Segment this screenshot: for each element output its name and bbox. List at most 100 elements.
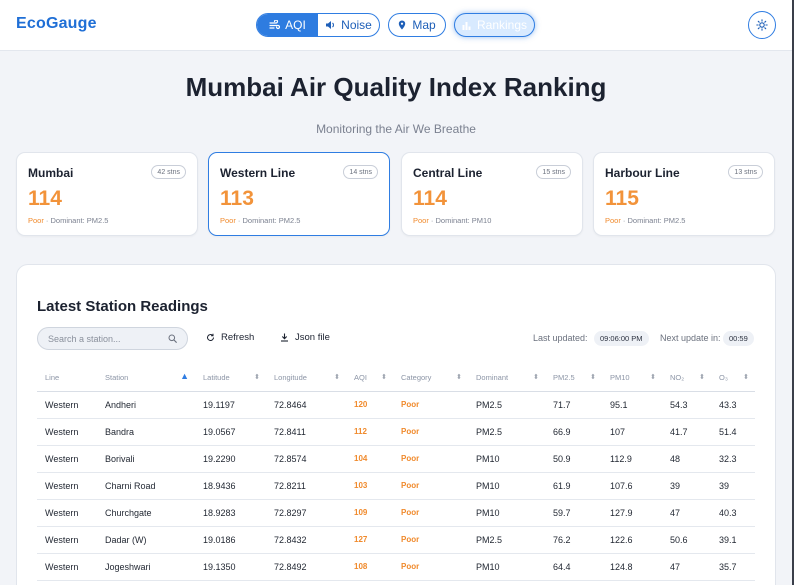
cell-no2: 48 xyxy=(662,445,711,473)
search-input[interactable] xyxy=(48,333,158,344)
aqi-tab[interactable]: AQI xyxy=(257,14,318,36)
column-header[interactable]: PM2.5 ⬍ xyxy=(545,365,602,392)
sort-icon: ⬍ xyxy=(381,374,387,381)
cell-pm25: 59.7 xyxy=(545,499,602,527)
column-header[interactable]: Line xyxy=(37,365,97,392)
table-row[interactable]: Western Dadar (W) 19.0186 72.8432 127 Poor PM2… xyxy=(37,526,755,554)
column-header[interactable]: O₃ ⬍ xyxy=(711,365,755,392)
json-download-button[interactable]: Json file xyxy=(280,332,330,343)
cell-o3: 39 xyxy=(711,472,755,500)
refresh-button[interactable]: Refresh xyxy=(206,332,254,343)
table-row[interactable]: Western Churchgate 18.9283 72.8297 109 Poor PM… xyxy=(37,499,755,527)
cell-longitude: 72.8297 xyxy=(266,499,346,527)
summary-card-harbour-line[interactable]: Harbour Line 13 stns 115 Poor · Dominant… xyxy=(593,152,775,236)
refresh-label: Refresh xyxy=(221,332,255,343)
cell-pm10: 107.6 xyxy=(602,472,662,500)
cell-station: Churchgate xyxy=(97,499,195,527)
column-header[interactable]: AQI ⬍ xyxy=(346,365,393,392)
cell-dominant: PM10 xyxy=(468,472,545,500)
sort-icon: ⬍ xyxy=(456,374,462,381)
column-label: Longitude xyxy=(274,373,307,383)
cell-longitude: 72.8464 xyxy=(266,391,346,419)
readings-title: Latest Station Readings xyxy=(37,298,208,315)
cell-dominant: PM10 xyxy=(468,445,545,473)
cell-line: Western xyxy=(37,526,97,554)
card-name: Western Line xyxy=(220,166,296,180)
cell-longitude: 72.8211 xyxy=(266,472,346,500)
cell-o3: 51.4 xyxy=(711,418,755,446)
sun-icon xyxy=(756,19,768,31)
cell-line: Western xyxy=(37,499,97,527)
station-count-badge: 14 stns xyxy=(343,165,378,179)
table-row[interactable]: Western Borivali 19.2290 72.8574 104 Poor PM10… xyxy=(37,445,755,473)
cell-station: Jogeshwari xyxy=(97,553,195,581)
cell-pm10: 95.1 xyxy=(602,391,662,419)
sort-icon: ⬍ xyxy=(334,374,340,381)
column-header[interactable]: Dominant ⬍ xyxy=(468,365,545,392)
column-label: PM10 xyxy=(610,373,630,383)
map-button-label: Map xyxy=(412,18,436,32)
download-icon xyxy=(281,333,288,342)
cell-o3: 35.7 xyxy=(711,553,755,581)
summary-card-western-line[interactable]: Western Line 14 stns 113 Poor · Dominant… xyxy=(208,152,390,236)
noise-tab[interactable]: Noise xyxy=(318,14,379,36)
cell-aqi: 103 xyxy=(346,472,393,500)
sort-icon: ⬍ xyxy=(699,374,705,381)
table-row[interactable]: Western Jogeshwari 19.1350 72.8492 108 Poor PM… xyxy=(37,553,755,581)
card-meta: Poor · Dominant: PM2.5 xyxy=(28,216,108,225)
cell-no2: 39 xyxy=(662,472,711,500)
card-meta: Poor · Dominant: PM2.5 xyxy=(220,216,300,225)
cell-longitude: 72.8574 xyxy=(266,445,346,473)
page-subtitle: Monitoring the Air We Breathe xyxy=(316,122,476,136)
column-label: Category xyxy=(401,373,432,383)
cell-o3: 32.3 xyxy=(711,445,755,473)
station-count-badge: 42 stns xyxy=(151,165,186,179)
cell-o3: 40.3 xyxy=(711,499,755,527)
card-name: Mumbai xyxy=(28,166,74,180)
column-header[interactable]: PM10 ⬍ xyxy=(602,365,662,392)
card-name: Harbour Line xyxy=(605,166,680,180)
summary-card-central-line[interactable]: Central Line 15 stns 114 Poor · Dominant… xyxy=(401,152,583,236)
card-category: Poor xyxy=(605,216,621,225)
noise-tab-label: Noise xyxy=(341,18,372,32)
column-header[interactable]: Category ⬍ xyxy=(393,365,468,392)
table-row[interactable]: Western Charni Road 18.9436 72.8211 103 Poor P… xyxy=(37,472,755,500)
table-row[interactable]: Western Andheri 19.1197 72.8464 120 Poor PM2.5… xyxy=(37,391,755,419)
column-header[interactable]: Longitude ⬍ xyxy=(266,365,346,392)
map-button[interactable]: Map xyxy=(388,13,446,37)
station-count-badge: 15 stns xyxy=(536,165,571,179)
theme-toggle-button[interactable] xyxy=(748,11,776,39)
cell-latitude: 19.1350 xyxy=(195,553,266,581)
column-label: Line xyxy=(45,373,60,383)
summary-card-mumbai[interactable]: Mumbai 42 stns 114 Poor · Dominant: PM2.… xyxy=(16,152,198,236)
cell-category: Poor xyxy=(393,553,468,581)
cell-latitude: 18.9436 xyxy=(195,472,266,500)
column-header[interactable]: NO₂ ⬍ xyxy=(662,365,711,392)
column-label: Dominant xyxy=(476,373,509,383)
map-pin-icon xyxy=(399,20,406,30)
cell-pm10: 127.9 xyxy=(602,499,662,527)
cell-aqi: 104 xyxy=(346,445,393,473)
cell-category: Poor xyxy=(393,472,468,500)
column-header[interactable]: Latitude ⬍ xyxy=(195,365,266,392)
card-category: Poor xyxy=(220,216,236,225)
cell-pm25: 66.9 xyxy=(545,418,602,446)
cell-pm10: 107 xyxy=(602,418,662,446)
cell-line: Western xyxy=(37,418,97,446)
cell-station: Andheri xyxy=(97,391,195,419)
table-row[interactable]: Western Bandra 19.0567 72.8411 112 Poor PM2.5 6… xyxy=(37,418,755,446)
cell-dominant: PM2.5 xyxy=(468,391,545,419)
sort-icon: ⬍ xyxy=(590,374,596,381)
next-update-label: Next update in: xyxy=(660,333,721,343)
table-body: Western Andheri 19.1197 72.8464 120 Poor PM2.5… xyxy=(37,391,755,581)
json-label: Json file xyxy=(295,332,330,343)
rankings-button[interactable]: Rankings xyxy=(454,13,535,37)
cell-latitude: 19.2290 xyxy=(195,445,266,473)
cell-pm25: 61.9 xyxy=(545,472,602,500)
page-title: Mumbai Air Quality Index Ranking xyxy=(185,72,607,102)
column-header[interactable]: Station ▲ xyxy=(97,365,195,392)
brand-logo[interactable]: EcoGauge xyxy=(16,15,97,33)
column-label: NO₂ xyxy=(670,373,685,383)
column-label: Latitude xyxy=(203,373,230,383)
cell-longitude: 72.8432 xyxy=(266,526,346,554)
